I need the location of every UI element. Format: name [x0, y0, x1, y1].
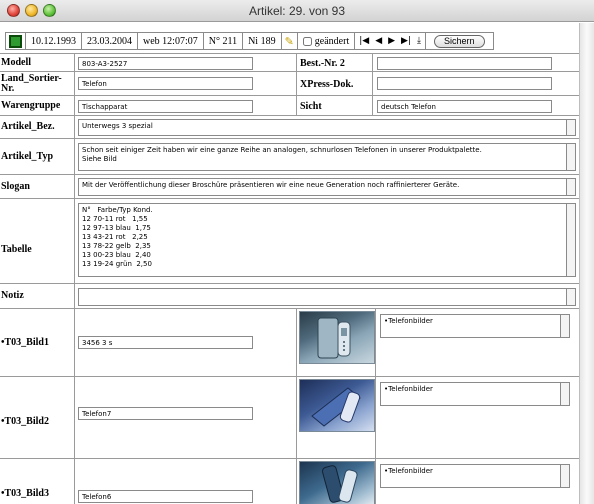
row-land: Land_Sortier-Nr. Telefon XPress-Dok.: [0, 71, 579, 95]
row-modell: Modell 803-A3-2527 Best.-Nr. 2: [0, 53, 579, 71]
bild2-input[interactable]: Telefon7: [78, 407, 253, 420]
row-waren: Warengruppe Tischapparat Sicht deutsch T…: [0, 95, 579, 115]
phone-image-1[interactable]: [299, 311, 375, 364]
bild2-label: •T03_Bild2: [0, 377, 75, 467]
bild3-category[interactable]: •Telefonbilder: [380, 464, 570, 488]
typ-input[interactable]: Schon seit einiger Zeit haben wir eine g…: [78, 143, 576, 171]
sicht-input[interactable]: deutsch Telefon: [377, 100, 552, 113]
xpress-input[interactable]: [377, 77, 552, 90]
vertical-scrollbar[interactable]: [579, 23, 594, 504]
sicht-label: Sicht: [300, 100, 322, 112]
pencil-icon[interactable]: ✎: [280, 32, 298, 50]
phone-image-3[interactable]: [299, 461, 375, 504]
layout-icon[interactable]: [5, 32, 26, 50]
modell-label: Modell: [0, 54, 75, 71]
land-label: Land_Sortier-Nr.: [0, 72, 75, 95]
record-navigation: |◀ ◀ ▶ ▶| ⤓: [354, 32, 426, 50]
best-nr-input[interactable]: [377, 57, 552, 70]
row-slogan: Slogan Mit der Veröffentlichung dieser B…: [0, 174, 579, 198]
typ-label: Artikel_Typ: [0, 139, 75, 174]
row-bez: Artikel_Bez. Unterwegs 3 spezial: [0, 115, 579, 138]
bez-input[interactable]: Unterwegs 3 spezial: [78, 119, 576, 136]
record-toolbar: 10.12.1993 23.03.2004 web 12:07:07 N° 21…: [5, 32, 494, 50]
changed-checkbox[interactable]: [302, 36, 312, 46]
row-bild1: •T03_Bild1 3456 3 s •Telefonbilder: [0, 308, 579, 376]
land-input[interactable]: Telefon: [78, 77, 253, 90]
previous-record-icon[interactable]: ◀: [375, 36, 382, 46]
save-cell: Sichern: [425, 32, 494, 50]
slogan-label: Slogan: [0, 175, 75, 198]
bez-label: Artikel_Bez.: [0, 116, 75, 138]
form-area: 10.12.1993 23.03.2004 web 12:07:07 N° 21…: [0, 23, 579, 504]
slogan-input[interactable]: Mit der Veröffentlichung dieser Broschür…: [78, 178, 576, 196]
row-typ: Artikel_Typ Schon seit einiger Zeit habe…: [0, 138, 579, 174]
bild3-label: •T03_Bild3: [0, 459, 75, 504]
bild2-category[interactable]: •Telefonbilder: [380, 382, 570, 406]
waren-input[interactable]: Tischapparat: [78, 100, 253, 113]
waren-label: Warengruppe: [0, 96, 75, 115]
bild1-input[interactable]: 3456 3 s: [78, 336, 253, 349]
row-bild3: •T03_Bild3 Telefon6 •Telefonbilder: [0, 458, 579, 504]
save-button[interactable]: Sichern: [434, 34, 485, 48]
window-titlebar: Artikel: 29. von 93: [0, 0, 594, 22]
changed-checkbox-cell: geändert: [296, 32, 356, 50]
row-bild2: •T03_Bild2 Telefon7 •Telefonbilder: [0, 376, 579, 467]
date-modified: 23.03.2004: [81, 32, 138, 50]
bild1-category[interactable]: •Telefonbilder: [380, 314, 570, 338]
ni-number: Ni 189: [242, 32, 282, 50]
last-record-icon[interactable]: ▶|: [401, 36, 411, 46]
first-record-icon[interactable]: |◀: [359, 36, 369, 46]
date-created: 10.12.1993: [25, 32, 82, 50]
bild3-input[interactable]: Telefon6: [78, 490, 253, 503]
modell-input[interactable]: 803-A3-2527: [78, 57, 253, 70]
window-title: Artikel: 29. von 93: [248, 4, 346, 18]
record-number: N° 211: [202, 32, 244, 50]
user-time: web 12:07:07: [137, 32, 204, 50]
tabelle-input[interactable]: N° Farbe/Typ Kond. 12 70-11 rot 1,55 12 …: [78, 203, 576, 277]
next-record-icon[interactable]: ▶: [388, 36, 395, 46]
xpress-label: XPress-Dok.: [300, 78, 354, 90]
bild1-label: •T03_Bild1: [0, 309, 75, 376]
row-notiz: Notiz: [0, 283, 579, 308]
notiz-label: Notiz: [0, 284, 75, 308]
notiz-input[interactable]: [78, 288, 576, 306]
import-icon[interactable]: ⤓: [417, 36, 421, 46]
best-nr-label: Best.-Nr. 2: [300, 57, 345, 69]
changed-label: geändert: [314, 35, 350, 47]
phone-image-2[interactable]: [299, 379, 375, 432]
